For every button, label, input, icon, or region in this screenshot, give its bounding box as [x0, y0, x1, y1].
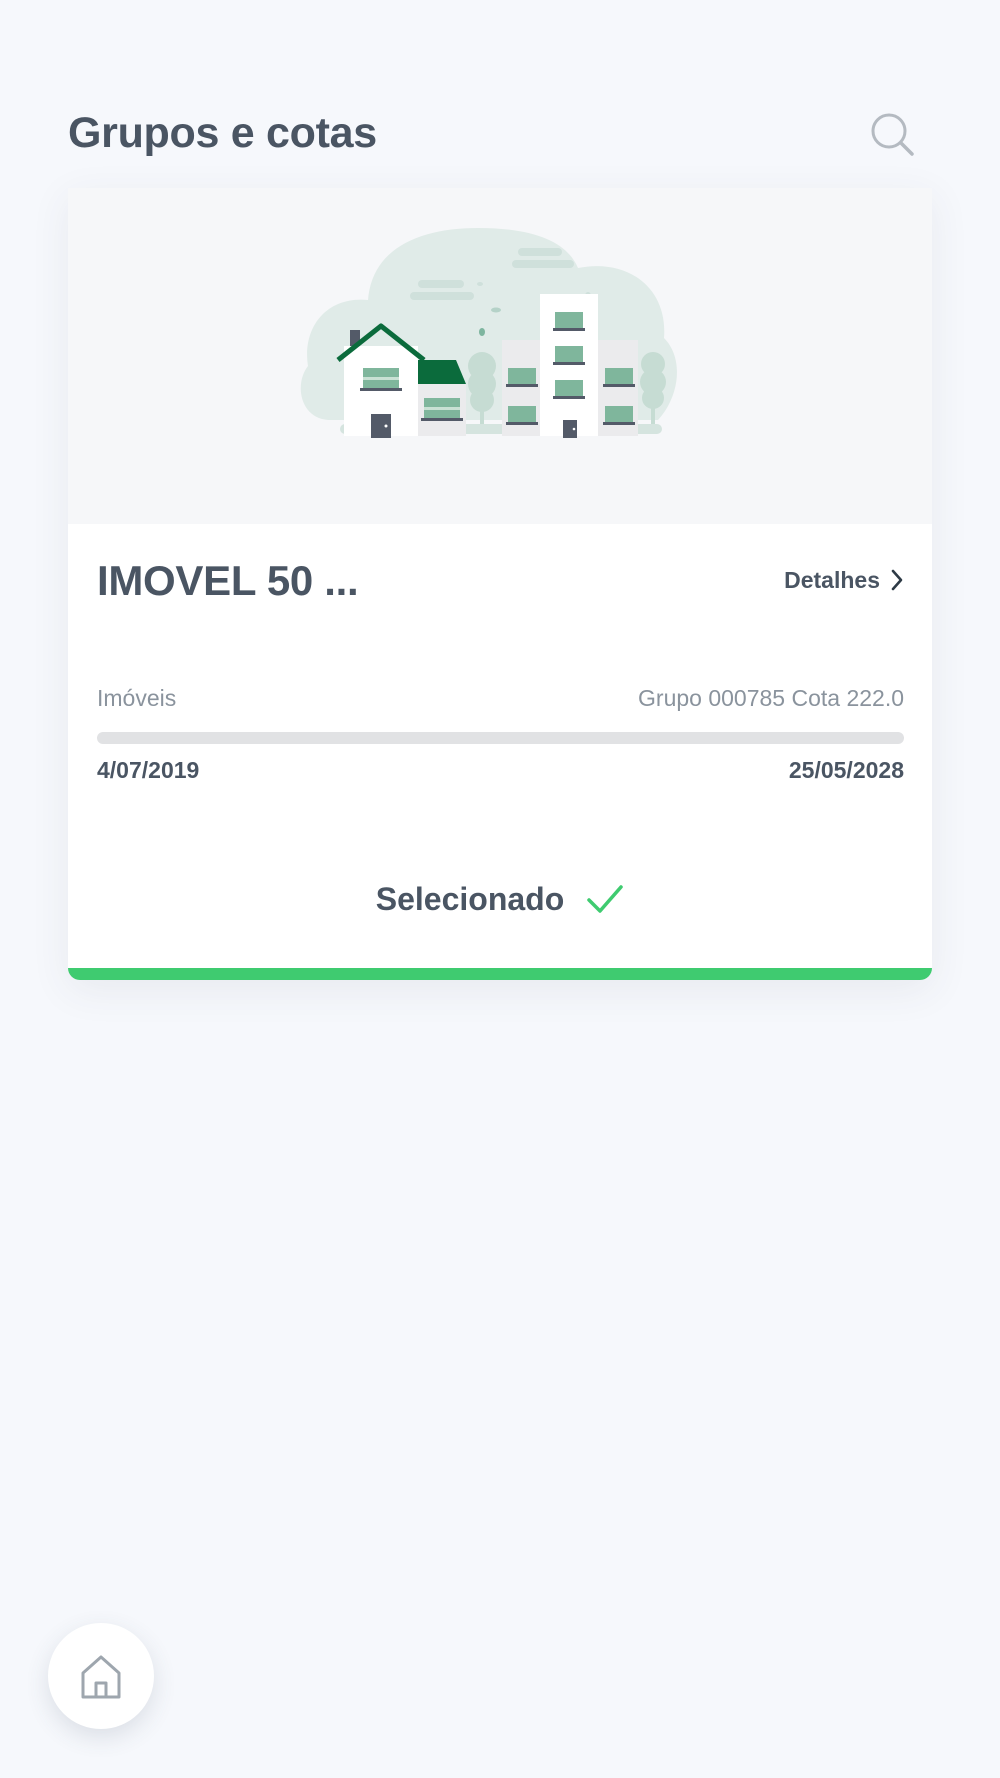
end-date: 25/05/2028 — [788, 757, 904, 783]
selected-indicator-bar — [68, 968, 932, 980]
start-date: 4/07/2019 — [97, 757, 200, 783]
chevron-right-icon — [891, 569, 903, 591]
check-icon — [587, 885, 623, 913]
search-button[interactable] — [868, 110, 916, 158]
progress-bar — [97, 732, 904, 744]
details-label: Detalhes — [784, 566, 880, 593]
details-link[interactable]: Detalhes — [784, 568, 904, 592]
page-title: Grupos e cotas — [68, 109, 377, 157]
product-name: IMOVEL 50 ... — [97, 557, 359, 604]
illustration-area — [68, 188, 932, 524]
quota-card[interactable]: IMOVEL 50 ... Detalhes Imóveis Grupo 000… — [68, 188, 932, 980]
selected-label: Selecionado — [375, 881, 565, 917]
houses-and-buildings-illustration — [300, 228, 677, 438]
home-icon — [81, 1655, 121, 1699]
category-label: Imóveis — [97, 685, 177, 711]
home-button[interactable] — [48, 1623, 154, 1729]
selected-status[interactable]: Selecionado — [68, 883, 932, 915]
group-quota-label: Grupo 000785 Cota 222.0 — [638, 685, 904, 711]
search-icon — [871, 113, 914, 156]
